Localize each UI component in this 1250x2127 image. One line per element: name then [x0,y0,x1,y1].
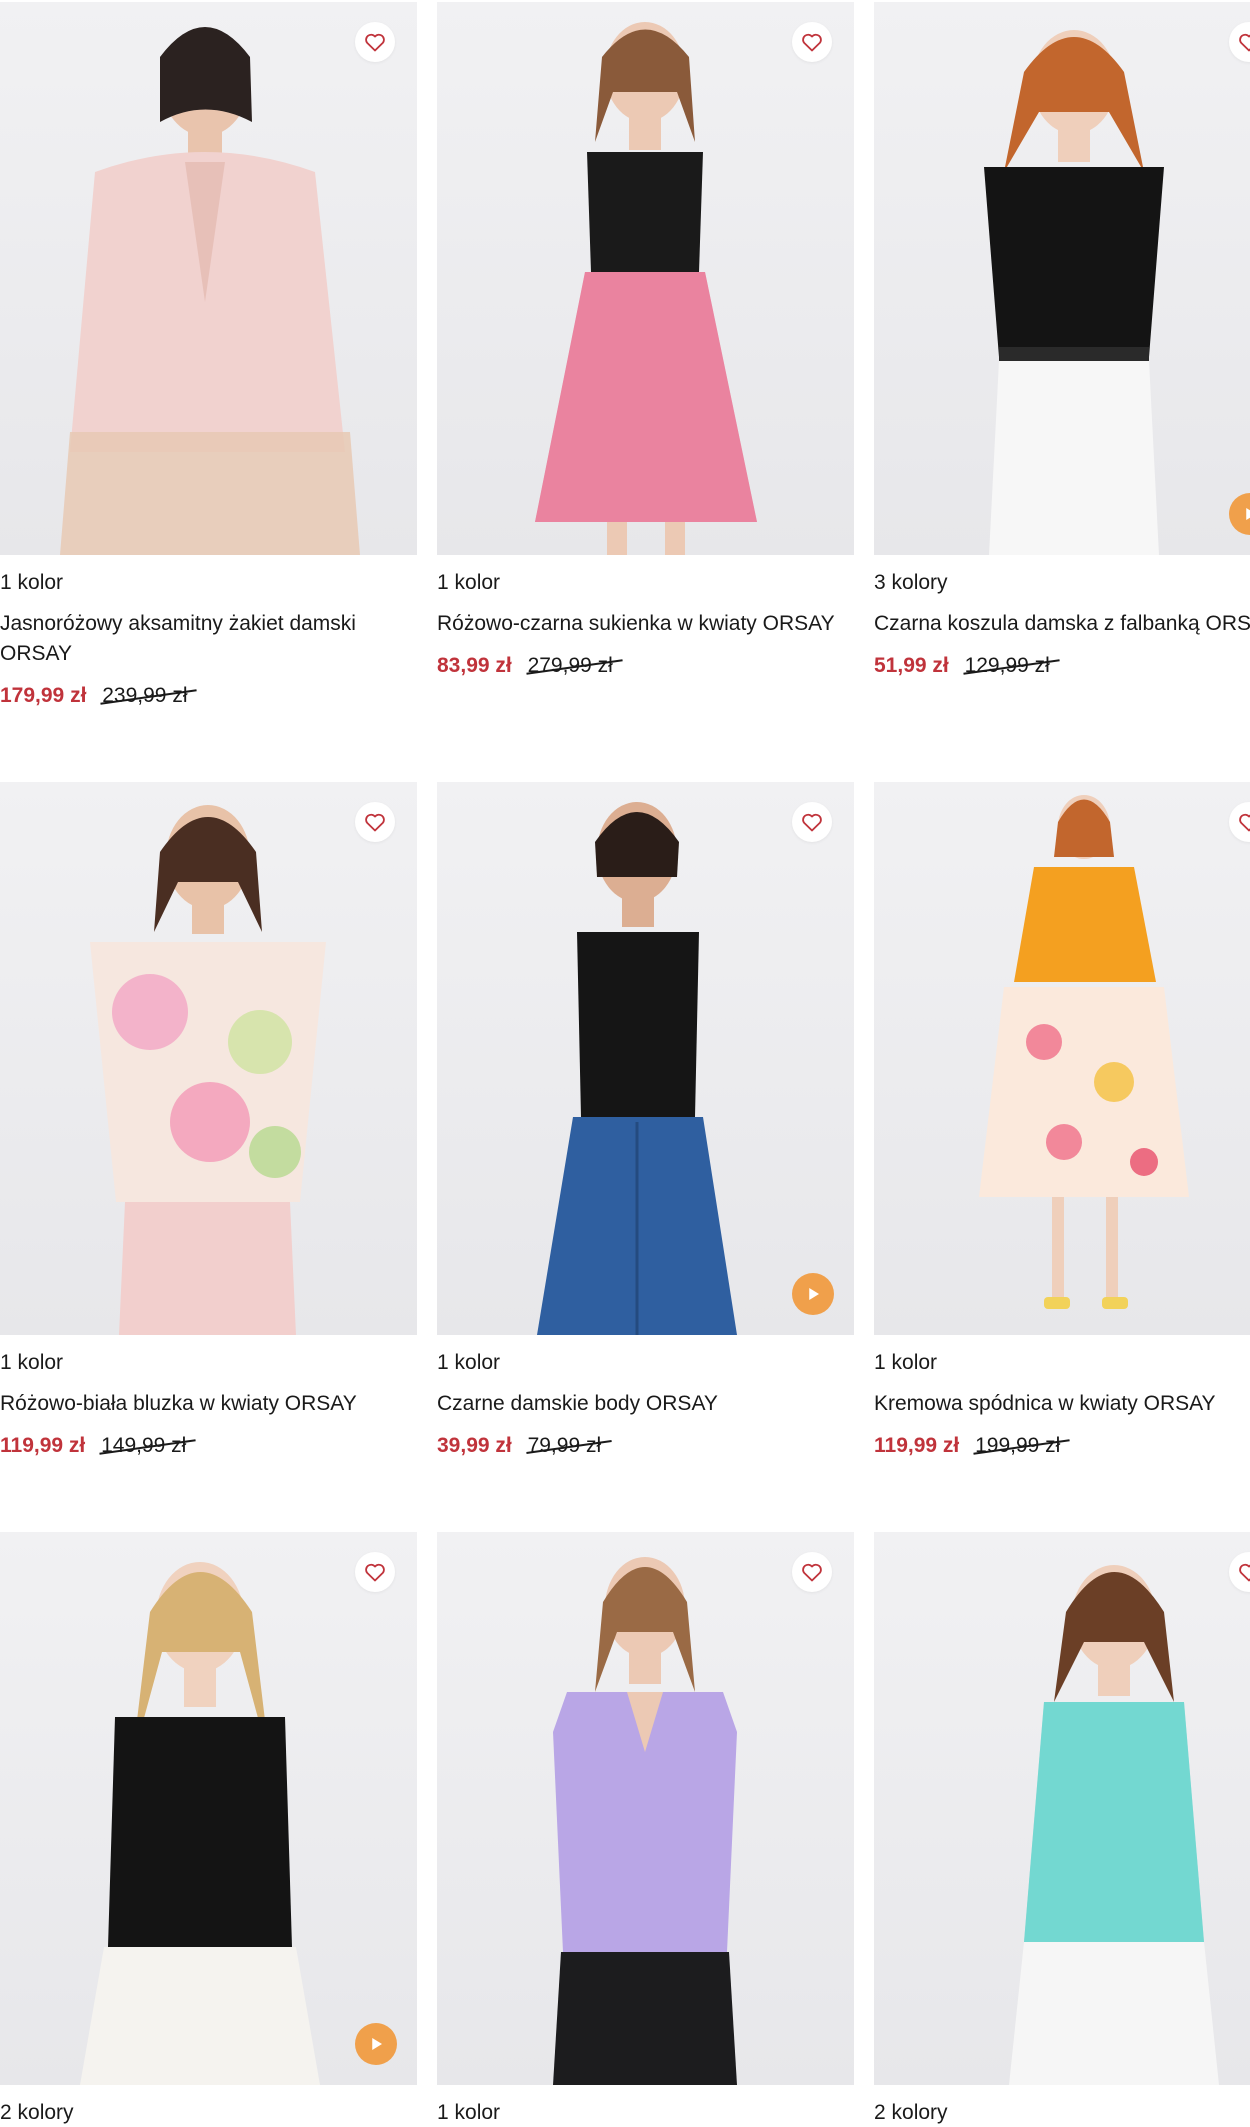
color-count: 1 kolor [0,571,64,594]
current-price: 39,99 zł [437,1434,512,1457]
product-card[interactable]: 1 kolor Różowo-czarna sukienka w kwiaty … [437,2,854,681]
product-card[interactable]: 1 kolor Kremowa spódnica w kwiaty ORSAY … [874,782,1250,1461]
product-card[interactable]: 1 kolor Czarne damskie body ORSAY 39,99 … [437,782,854,1461]
model-image [979,795,1189,1309]
product-photo[interactable] [0,1532,417,2085]
color-count: 2 kolory [874,2101,948,2124]
price-row: 83,99 zł 279,99 zł [437,651,854,681]
product-card[interactable]: 1 kolor Różowo-biała bluzka w kwiaty ORS… [0,782,417,1461]
product-photo[interactable] [874,782,1250,1335]
price-row: 51,99 zł 129,99 zł [874,651,1250,681]
price-row: 179,99 zł 239,99 zł [0,681,417,711]
product-photo[interactable] [874,2,1250,555]
old-price: 239,99 zł [102,681,187,711]
heart-outline-icon [1239,1563,1250,1582]
color-count: 2 kolory [0,2101,74,2124]
product-name[interactable]: Kremowa spódnica w kwiaty ORSAY [874,1389,1250,1419]
heart-outline-icon [802,33,822,52]
price-row: 119,99 zł 199,99 zł [874,1431,1250,1461]
color-count: 1 kolor [437,1351,501,1374]
color-count: 1 kolor [437,571,501,594]
color-count: 1 kolor [874,1351,938,1374]
price-row: 39,99 zł 79,99 zł [437,1431,854,1461]
product-card[interactable]: 2 kolory [874,1532,1250,2127]
add-to-favorites-button[interactable] [792,802,832,842]
play-video-button[interactable] [355,2023,397,2065]
old-price: 149,99 zł [101,1431,186,1461]
color-count: 3 kolory [874,571,948,594]
current-price: 83,99 zł [437,654,512,677]
current-price: 179,99 zł [0,684,87,707]
product-card[interactable]: 3 kolory Czarna koszula damska z falbank… [874,2,1250,681]
model-image [80,1562,320,2085]
product-card[interactable]: 1 kolor Jasnoróżowy aksamitny żakiet dam… [0,2,417,711]
heart-outline-icon [365,33,385,52]
model-image [984,30,1164,555]
heart-outline-icon [802,1563,822,1582]
model-image [1009,1565,1219,2085]
play-icon [372,2038,382,2050]
color-count: 1 kolor [437,2101,501,2124]
add-to-favorites-button[interactable] [792,22,832,62]
product-photo[interactable] [437,1532,854,2085]
heart-outline-icon [1239,813,1250,832]
product-name[interactable]: Różowo-czarna sukienka w kwiaty ORSAY [437,609,854,639]
old-price: 199,99 zł [975,1431,1060,1461]
product-name[interactable]: Czarne damskie body ORSAY [437,1389,854,1419]
model-image [553,1557,737,2085]
product-name[interactable]: Jasnoróżowy aksamitny żakiet damski ORSA… [0,609,417,669]
add-to-favorites-button[interactable] [792,1552,832,1592]
model-image [60,27,360,555]
heart-outline-icon [802,813,822,832]
play-video-button[interactable] [792,1273,834,1315]
model-image [537,802,737,1335]
product-name[interactable]: Różowo-biała bluzka w kwiaty ORSAY [0,1389,417,1419]
heart-outline-icon [1239,33,1250,52]
product-photo[interactable] [437,2,854,555]
price-row: 119,99 zł 149,99 zł [0,1431,417,1461]
old-price: 129,99 zł [965,651,1050,681]
heart-outline-icon [365,1563,385,1582]
add-to-favorites-button[interactable] [355,22,395,62]
product-photo[interactable] [437,782,854,1335]
product-photo[interactable] [0,2,417,555]
product-name[interactable]: Czarna koszula damska z falbanką ORSAY [874,609,1250,639]
current-price: 119,99 zł [0,1434,86,1457]
product-photo[interactable] [874,1532,1250,2085]
product-card[interactable]: 2 kolory [0,1532,417,2127]
old-price: 279,99 zł [528,651,613,681]
add-to-favorites-button[interactable] [355,1552,395,1592]
play-icon [809,1288,819,1300]
current-price: 51,99 zł [874,654,949,677]
color-count: 1 kolor [0,1351,64,1374]
current-price: 119,99 zł [874,1434,960,1457]
play-icon [1246,508,1250,520]
old-price: 79,99 zł [528,1431,602,1461]
product-card[interactable]: 1 kolor [437,1532,854,2127]
add-to-favorites-button[interactable] [355,802,395,842]
model-image [90,805,326,1335]
model-image [535,22,757,555]
product-photo[interactable] [0,782,417,1335]
heart-outline-icon [365,813,385,832]
